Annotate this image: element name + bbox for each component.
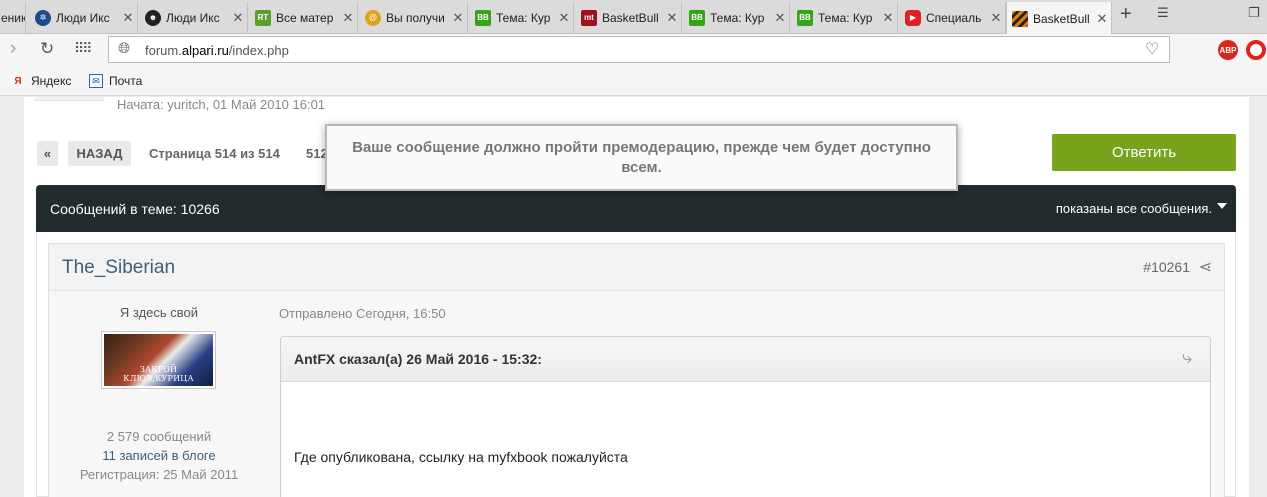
address-url: forum.alpari.ru/index.php xyxy=(145,43,289,58)
post: The_Siberian #10261 ⋖ Я здесь свой ЗАКРО… xyxy=(48,243,1225,497)
avatar-caption: ЗАКРОЙ КЛЮВ,КУРИЦА xyxy=(123,365,194,383)
tab-title: Тема: Кур xyxy=(496,10,551,25)
navigation-bar: › ↻ ⠿⠿ 🌐︎ forum.alpari.ru/index.php ♡ AB… xyxy=(0,34,1267,66)
tab-10-active[interactable]: BasketBull ✕ xyxy=(1006,2,1112,35)
tab-title: Все матер xyxy=(276,10,334,25)
close-icon[interactable]: ✕ xyxy=(771,10,789,26)
bb-logo-icon: BB xyxy=(475,9,491,26)
close-icon[interactable]: ✕ xyxy=(229,10,247,26)
ribbon-icon xyxy=(1012,10,1028,27)
adblock-icon[interactable]: ABP xyxy=(1218,40,1238,60)
thread-bar: Сообщений в теме: 10266 показаны все соо… xyxy=(36,185,1236,232)
tab-title: Люди Икс xyxy=(56,10,110,25)
tab-8[interactable]: BB Тема: Кур ✕ xyxy=(792,2,898,33)
bookmark-mail[interactable]: ✉ Почта xyxy=(89,74,142,88)
mt-logo-icon: mt xyxy=(581,9,597,26)
user-registration: Регистрация: 25 Май 2011 xyxy=(49,467,269,482)
moderation-notice: Ваше сообщение должно пройти премодераци… xyxy=(325,124,958,191)
bookmark-yandex[interactable]: Я Яндекс xyxy=(11,74,71,88)
post-filter-dropdown[interactable]: показаны все сообщения. xyxy=(1056,201,1212,216)
back-button[interactable]: НАЗАД xyxy=(68,141,131,166)
topic-header-edge xyxy=(34,97,104,101)
user-rank: Я здесь свой xyxy=(119,305,199,320)
tab-title: Тема: Кур xyxy=(710,10,765,25)
registration-date: 25 Май 2011 xyxy=(163,467,239,482)
quote-author: AntFX сказал(а) 26 Май 2016 - 15:32: xyxy=(294,351,542,367)
mail-icon: ✉ xyxy=(89,74,103,88)
caret-down-icon[interactable] xyxy=(1217,203,1227,209)
tab-6[interactable]: mt BasketBull ✕ xyxy=(576,2,682,33)
page-info: Страница 514 из 514 xyxy=(149,146,280,161)
reload-icon[interactable]: ↻ xyxy=(40,39,54,59)
registration-label: Регистрация: xyxy=(79,467,160,482)
tab-0[interactable]: ению xyxy=(0,2,26,33)
avatar-image: ЗАКРОЙ КЛЮВ,КУРИЦА xyxy=(104,334,213,386)
new-tab-icon[interactable]: + xyxy=(1120,3,1132,26)
tab-4[interactable]: @ Вы получи ✕ xyxy=(360,2,468,33)
tab-title: Вы получи xyxy=(386,10,445,25)
prev-page-button[interactable]: « xyxy=(37,141,58,166)
tab-5[interactable]: BB Тема: Кур ✕ xyxy=(470,2,574,33)
bb-logo-icon: BB xyxy=(689,9,705,26)
tab-3[interactable]: RT Все матер ✕ xyxy=(250,2,358,33)
close-icon[interactable]: ✕ xyxy=(339,10,357,26)
face-icon: ☻ xyxy=(145,9,161,26)
address-bar[interactable]: 🌐︎ forum.alpari.ru/index.php ♡ xyxy=(108,36,1170,63)
share-icon[interactable]: ⋖ xyxy=(1199,257,1212,277)
author-link[interactable]: The_Siberian xyxy=(62,257,175,279)
page-viewport: Начата: yuritch, 01 Май 2010 16:01 « НАЗ… xyxy=(0,97,1267,497)
tab-9[interactable]: ▶ Специаль ✕ xyxy=(900,2,1006,33)
globe-icon: 🌐︎ xyxy=(118,40,131,57)
moderation-message: Ваше сообщение должно пройти премодераци… xyxy=(352,138,931,176)
topic-started: Начата: yuritch, 01 Май 2010 16:01 xyxy=(117,97,326,112)
quote-header: AntFX сказал(а) 26 Май 2016 - 15:32: ⤷ xyxy=(281,337,1210,382)
author-info: Я здесь свой ЗАКРОЙ КЛЮВ,КУРИЦА 2 579 со… xyxy=(49,292,269,492)
grid-icon[interactable]: ⠿⠿ xyxy=(74,40,92,57)
close-icon[interactable]: ✕ xyxy=(879,10,897,26)
post-header: The_Siberian #10261 ⋖ xyxy=(49,244,1224,291)
tab-title: BasketBull xyxy=(602,10,659,25)
close-icon[interactable]: ✕ xyxy=(663,10,681,26)
close-icon[interactable]: ✕ xyxy=(449,10,467,26)
rt-logo-icon: RT xyxy=(255,9,271,26)
tab-title: BasketBull xyxy=(1033,11,1090,26)
tab-2[interactable]: ☻ Люди Икс ✕ xyxy=(140,2,248,33)
tab-title: Специаль xyxy=(926,10,982,25)
opera-icon[interactable] xyxy=(1246,40,1266,60)
forward-icon[interactable]: › xyxy=(10,38,16,60)
reply-button[interactable]: Ответить xyxy=(1052,134,1236,171)
tab-bar: ению ✲ Люди Икс ✕ ☻ Люди Икс ✕ RT Все ма… xyxy=(0,0,1267,35)
bb-logo-icon: BB xyxy=(797,9,813,26)
close-icon[interactable]: ✕ xyxy=(987,10,1005,26)
post-number-link[interactable]: #10261 xyxy=(1143,259,1190,275)
avatar[interactable]: ЗАКРОЙ КЛЮВ,КУРИЦА xyxy=(101,331,216,389)
bookmark-label: Яндекс xyxy=(31,74,72,88)
youtube-icon: ▶ xyxy=(905,9,921,26)
tab-title: Люди Икс xyxy=(166,10,220,25)
quote-text: Где опубликована, ссылку на myfxbook пож… xyxy=(294,449,628,465)
close-icon[interactable]: ✕ xyxy=(1093,11,1111,27)
post-container: The_Siberian #10261 ⋖ Я здесь свой ЗАКРО… xyxy=(36,232,1236,497)
window-restore-icon[interactable]: ❐ xyxy=(1248,5,1260,21)
yandex-icon: Я xyxy=(14,75,22,87)
close-icon[interactable]: ✕ xyxy=(119,10,137,26)
post-date: Отправлено Сегодня, 16:50 xyxy=(279,306,446,321)
bookmark-label: Почта xyxy=(109,74,143,88)
tab-1[interactable]: ✲ Люди Икс ✕ xyxy=(30,2,138,33)
bookmark-heart-icon[interactable]: ♡ xyxy=(1145,39,1159,59)
bookmarks-bar: Я Яндекс ✉ Почта xyxy=(0,66,1267,96)
user-post-count: 2 579 сообщений xyxy=(106,429,212,444)
post-count: Сообщений в теме: 10266 xyxy=(50,201,220,217)
tab-title: ению xyxy=(1,10,25,25)
mail-at-icon: @ xyxy=(365,9,381,26)
quote-block: AntFX сказал(а) 26 Май 2016 - 15:32: ⤷ Г… xyxy=(280,336,1211,497)
tab-menu-icon[interactable]: ☰ xyxy=(1157,5,1169,21)
quote-arrow-icon[interactable]: ⤷ xyxy=(1182,347,1192,368)
close-icon[interactable]: ✕ xyxy=(555,10,573,26)
tab-7[interactable]: BB Тема: Кур ✕ xyxy=(684,2,790,33)
tab-title: Тема: Кур xyxy=(818,10,873,25)
film-reel-icon: ✲ xyxy=(35,9,51,26)
user-blog-link[interactable]: 11 записей в блоге xyxy=(49,448,269,463)
